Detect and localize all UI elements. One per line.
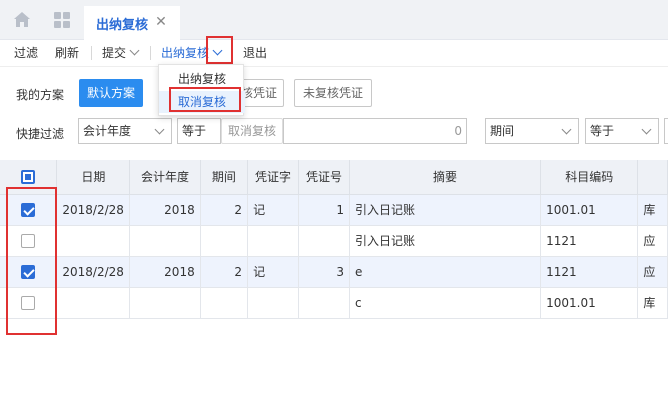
tab-label: 出纳复核 (96, 17, 149, 33)
cell-year (129, 225, 201, 257)
column-header-extra[interactable] (637, 160, 668, 195)
filter-field-select[interactable]: 会计年度 (78, 118, 172, 144)
table-row[interactable]: 2018/2/28 2018 2 记 3 e 1121 应 (0, 256, 668, 288)
close-icon[interactable]: ✕ (154, 15, 168, 29)
highlight-box (169, 87, 241, 112)
cell-period: 2 (200, 256, 249, 288)
cell-date: 2018/2/28 (56, 194, 131, 226)
cell-voucher-word (247, 225, 300, 257)
cell-account-code: 1121 (540, 256, 639, 288)
my-scheme-label: 我的方案 (16, 88, 65, 102)
filter-operator-value-2: 等于 (590, 124, 615, 138)
table-row[interactable]: 2018/2/28 2018 2 记 1 引入日记账 1001.01 库 (0, 194, 668, 226)
cell-extra: 库 (637, 287, 668, 319)
filter-field-value: 会计年度 (83, 124, 132, 138)
toolbar-divider (150, 46, 151, 60)
unreviewed-voucher-scheme-button[interactable]: 未复核凭证 (294, 79, 372, 107)
filter-value-input-2[interactable] (664, 118, 668, 144)
filter-value-input[interactable]: 0 (283, 118, 467, 144)
filter-button[interactable]: 过滤 (14, 43, 38, 63)
cell-account-code: 1001.01 (540, 194, 639, 226)
submit-button[interactable]: 提交 (102, 43, 140, 63)
cell-extra: 库 (637, 194, 668, 226)
cell-year: 2018 (129, 194, 201, 226)
refresh-button[interactable]: 刷新 (55, 43, 79, 63)
quick-filter-label: 快捷过滤 (16, 127, 65, 141)
cell-extra: 应 (637, 256, 668, 288)
exit-button[interactable]: 退出 (243, 43, 267, 63)
filter-operator-select-2[interactable]: 等于 (585, 118, 659, 144)
column-header-fiscal-year[interactable]: 会计年度 (129, 160, 201, 195)
cell-account-code: 1121 (540, 225, 639, 257)
column-header-voucher-word[interactable]: 凭证字 (247, 160, 300, 195)
table-row[interactable]: 引入日记账 1121 应 (0, 225, 668, 257)
cell-summary: e (349, 256, 542, 288)
cell-period (200, 287, 249, 319)
tab-cashier-review[interactable]: 出纳复核 ✕ (84, 6, 180, 40)
column-header-period[interactable]: 期间 (200, 160, 249, 195)
cell-voucher-number (298, 225, 350, 257)
voucher-table: 日期 会计年度 期间 凭证字 凭证号 摘要 科目编码 2018/2/28 201… (0, 160, 668, 394)
submit-label: 提交 (102, 46, 127, 60)
apps-grid-icon[interactable] (52, 10, 72, 30)
chevron-down-icon (154, 124, 165, 135)
cell-date: 2018/2/28 (56, 256, 131, 288)
cell-summary: 引入日记账 (349, 194, 542, 226)
column-header-account-code[interactable]: 科目编码 (540, 160, 639, 195)
cancel-review-faded-button[interactable]: 取消复核 (221, 118, 283, 144)
toolbar: 过滤 刷新 提交 出纳复核 退出 (0, 40, 668, 66)
filter-operator-value: 等于 (182, 124, 207, 138)
filter-field-select-2[interactable]: 期间 (485, 118, 579, 144)
cell-period (200, 225, 249, 257)
table-header-row: 日期 会计年度 期间 凭证字 凭证号 摘要 科目编码 (0, 160, 668, 195)
cell-summary: c (349, 287, 542, 319)
cell-voucher-number: 1 (298, 194, 350, 226)
chevron-down-icon (561, 124, 572, 135)
table-row[interactable]: c 1001.01 库 (0, 287, 668, 319)
cell-year (129, 287, 201, 319)
column-header-summary[interactable]: 摘要 (349, 160, 542, 195)
toolbar-divider (91, 46, 92, 60)
default-scheme-button[interactable]: 默认方案 (79, 79, 143, 107)
cell-voucher-word: 记 (247, 194, 300, 226)
cashier-review-button[interactable]: 出纳复核 (161, 43, 209, 63)
cell-date (56, 225, 131, 257)
chevron-down-icon (129, 45, 140, 56)
highlight-box (206, 36, 233, 64)
cell-year: 2018 (129, 256, 201, 288)
tab-bar: 出纳复核 ✕ (0, 0, 668, 40)
chevron-down-icon (641, 124, 652, 135)
cell-account-code: 1001.01 (540, 287, 639, 319)
cell-extra: 应 (637, 225, 668, 257)
cell-date (56, 287, 131, 319)
cell-period: 2 (200, 194, 249, 226)
filter-operator-select[interactable]: 等于 (177, 118, 221, 144)
cell-voucher-word: 记 (247, 256, 300, 288)
cell-summary: 引入日记账 (349, 225, 542, 257)
column-header-date[interactable]: 日期 (56, 160, 131, 195)
home-icon[interactable] (12, 10, 32, 30)
cell-voucher-word (247, 287, 300, 319)
select-all-checkbox[interactable] (21, 170, 36, 184)
cell-voucher-number: 3 (298, 256, 350, 288)
highlight-box (6, 187, 57, 335)
cell-voucher-number (298, 287, 350, 319)
filter-field-value-2: 期间 (490, 124, 515, 138)
column-header-voucher-number[interactable]: 凭证号 (298, 160, 350, 195)
filter-panel: 我的方案 默认方案 核凭证 未复核凭证 快捷过滤 会计年度 等于 取消复核 0 … (0, 66, 668, 160)
